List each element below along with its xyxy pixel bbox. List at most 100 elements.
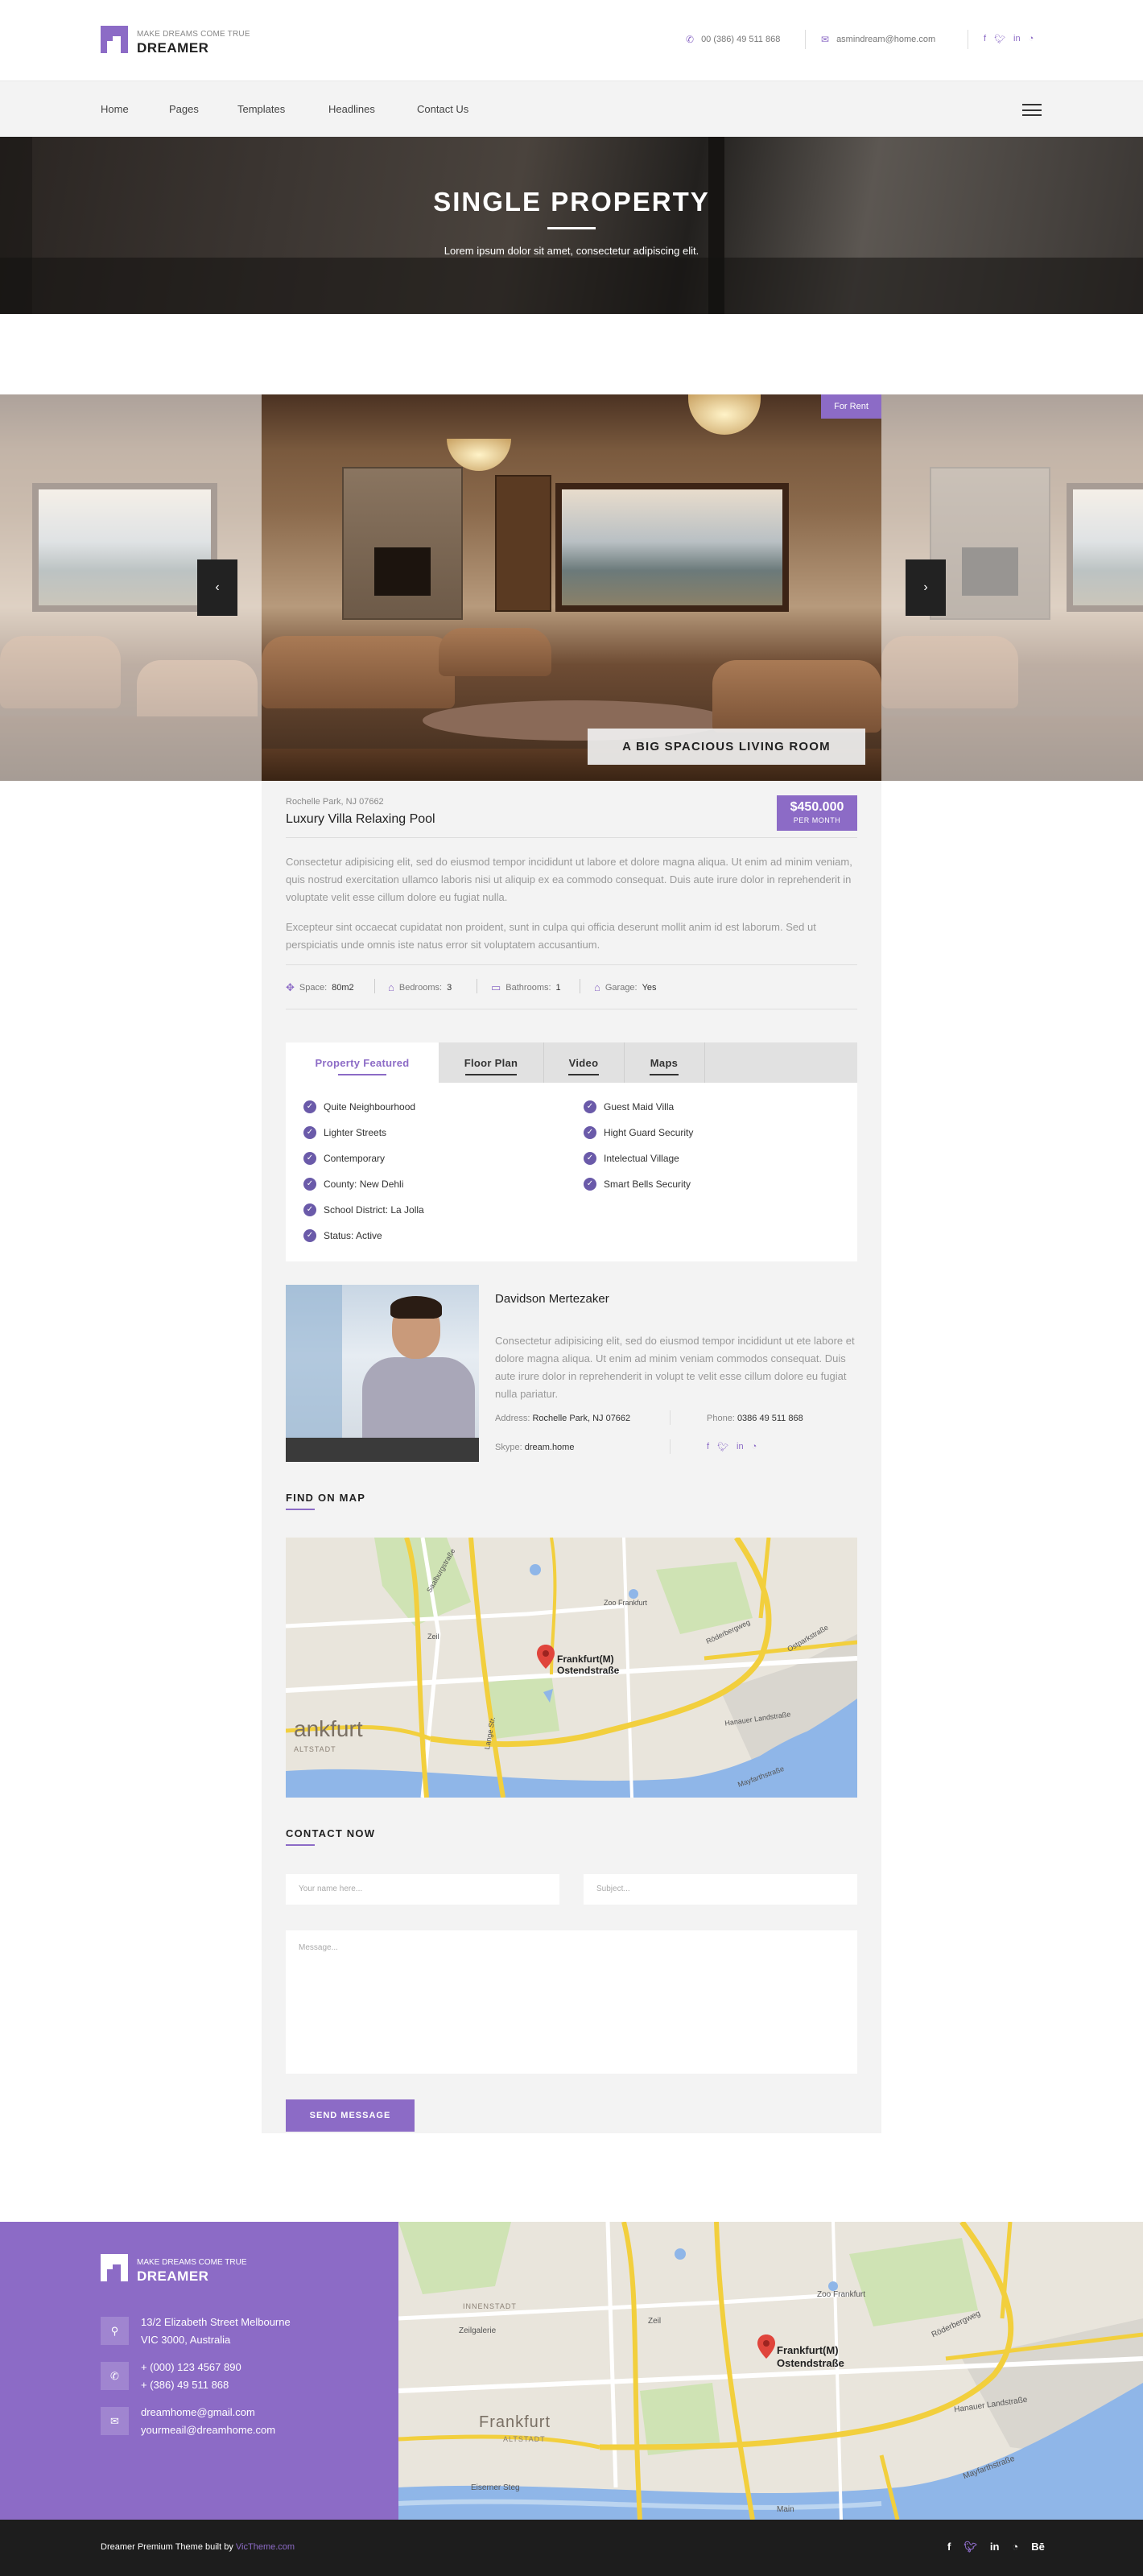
list-item: ✓ Status: Active [303,1229,382,1242]
tab-property-featured[interactable]: Property Featured [286,1042,439,1083]
agent-social: f 🐦︎ in ◔ [707,1442,757,1452]
main-nav: Home Pages Templates Headlines Contact U… [0,80,1143,137]
map-river-label: Main [777,2505,794,2514]
property-map[interactable]: Frankfurt(M) Ostendstraße ankfurt ALTSTAD… [286,1538,857,1798]
footer-logo-tagline: MAKE DREAMS COME TRUE [137,2258,247,2267]
contact-section-title: CONTACT NOW [286,1827,376,1839]
rss-icon[interactable]: ◔ [1029,34,1034,44]
footer-logo-icon[interactable] [101,2254,128,2281]
slide-caption: A BIG SPACIOUS LIVING ROOM [588,729,865,765]
nav-templates[interactable]: Templates [237,103,285,115]
footer-emails[interactable]: dreamhome@gmail.com yourmeail@dreamhome.c… [141,2404,275,2439]
subject-input[interactable]: Subject... [584,1874,857,1905]
footer-map[interactable]: Frankfurt(M) Ostendstraße Frankfurt ALTST… [398,2222,1143,2520]
list-item: ✓ School District: La Jolla [303,1203,424,1216]
rss-icon[interactable]: ◔ [752,1442,757,1452]
map-street-label: Zeilgalerie [459,2326,497,2335]
property-tabs: Property Featured Floor Plan Video Maps [286,1042,857,1083]
agent-name[interactable]: Davidson Mertezaker [495,1292,609,1306]
agent-address: Address: Rochelle Park, NJ 07662 [495,1414,631,1423]
facebook-icon[interactable]: f [984,34,986,44]
map-street-label: Zeil [648,2317,662,2326]
tab-video[interactable]: Video [543,1042,624,1083]
name-input[interactable]: Your name here... [286,1874,559,1905]
page-title: SINGLE PROPERTY [433,187,710,217]
facebook-icon[interactable]: f [947,2541,951,2553]
menu-icon[interactable] [1022,104,1042,116]
list-item: ✓ Lighter Streets [303,1126,386,1139]
garage-icon: ⌂ [594,981,600,993]
map-zoo-label: Zoo Frankfurt [604,1599,648,1607]
facebook-icon[interactable]: f [707,1442,709,1452]
footer-contact: MAKE DREAMS COME TRUE DREAMER ⚲ 13/2 Eli… [0,2222,398,2520]
map-street-label: Zeil [427,1633,439,1641]
agent-skype: Skype: dream.home [495,1443,575,1452]
header-phone[interactable]: ✆ 00 (386) 49 511 868 [686,34,780,45]
property-title: Luxury Villa Relaxing Pool [286,812,435,826]
check-icon: ✓ [584,1178,596,1191]
mail-icon: ✉ [821,34,830,45]
check-icon: ✓ [303,1100,316,1113]
slide-image [262,394,881,781]
check-icon: ✓ [303,1152,316,1165]
check-icon: ✓ [303,1229,316,1242]
send-message-button[interactable]: SEND MESSAGE [286,2099,415,2132]
list-item: ✓ Quite Neighbourhood [303,1100,415,1113]
title-underline [286,1844,315,1846]
slider-next-button[interactable]: › [906,559,946,616]
map-district-label: ALTSTADT [294,1745,336,1753]
top-header: MAKE DREAMS COME TRUE DREAMER ✆ 00 (386)… [0,0,1143,80]
rss-icon[interactable]: ◔ [1012,2541,1018,2553]
behance-icon[interactable]: Bē [1031,2541,1045,2553]
price-badge: $450.000 PER MONTH [777,795,857,831]
twitter-icon[interactable]: 🐦︎ [717,1442,728,1452]
map-street-label: Eiserner Steg [471,2483,520,2492]
linkedin-icon[interactable]: in [737,1442,744,1452]
copyright: Dreamer Premium Theme built by VicTheme.… [101,2542,295,2552]
theme-link[interactable]: VicTheme.com [236,2542,295,2552]
logo-tagline: MAKE DREAMS COME TRUE [137,30,250,39]
map-pin-icon[interactable] [537,1645,555,1672]
tab-floor-plan[interactable]: Floor Plan [439,1042,543,1083]
tab-panel: ✓ Quite Neighbourhood ✓ Lighter Streets ✓ C… [286,1083,857,1261]
property-address: Rochelle Park, NJ 07662 [286,797,384,807]
check-icon: ✓ [303,1178,316,1191]
footer-logo-name[interactable]: DREAMER [137,2268,208,2285]
message-textarea[interactable]: Message... [286,1930,857,2074]
linkedin-icon[interactable]: in [1013,34,1021,44]
nav-pages[interactable]: Pages [169,103,199,115]
bathtub-icon: ▭ [491,981,501,993]
page-hero: SINGLE PROPERTY Lorem ipsum dolor sit am… [0,137,1143,314]
map-zoo-label: Zoo Frankfurt [817,2290,866,2299]
footer-phones: + (000) 123 4567 890 + (386) 49 511 868 [141,2361,241,2391]
divider [805,30,806,49]
header-email[interactable]: ✉ asmindream@home.com [821,34,935,45]
header-email-text: asmindream@home.com [836,35,936,44]
nav-contact-us[interactable]: Contact Us [417,103,468,115]
map-pin-label: Frankfurt(M) Ostendstraße [777,2344,844,2369]
mail-icon: ✉ [101,2407,129,2435]
nav-headlines[interactable]: Headlines [328,103,375,115]
feature-space: ✥ Space: 80m2 [286,981,354,993]
nav-home[interactable]: Home [101,103,129,115]
check-icon: ✓ [303,1203,316,1216]
location-icon: ⚲ [101,2317,129,2345]
tab-maps[interactable]: Maps [624,1042,704,1083]
property-slider: ‹ › For Rent A BIG SPACIOUS LIVING ROOM [0,394,1143,781]
area-icon: ✥ [286,981,295,993]
twitter-icon[interactable]: 🐦︎ [964,2541,977,2553]
linkedin-icon[interactable]: in [990,2541,1000,2553]
feature-garage: ⌂ Garage: Yes [594,981,657,993]
divider [286,837,857,838]
slider-prev-button[interactable]: ‹ [197,559,237,616]
map-pin-icon[interactable] [757,2334,775,2362]
for-rent-badge: For Rent [821,394,881,419]
map-section-title: FIND ON MAP [286,1492,366,1504]
list-item: ✓ Intelectual Village [584,1152,679,1165]
twitter-icon[interactable]: 🐦︎ [994,34,1005,44]
bed-icon: ⌂ [388,981,394,993]
logo-name[interactable]: DREAMER [137,40,208,56]
footer-address: 13/2 Elizabeth Street Melbourne VIC 3000,… [141,2316,291,2346]
logo-icon[interactable] [101,26,128,53]
title-underline [547,227,596,229]
